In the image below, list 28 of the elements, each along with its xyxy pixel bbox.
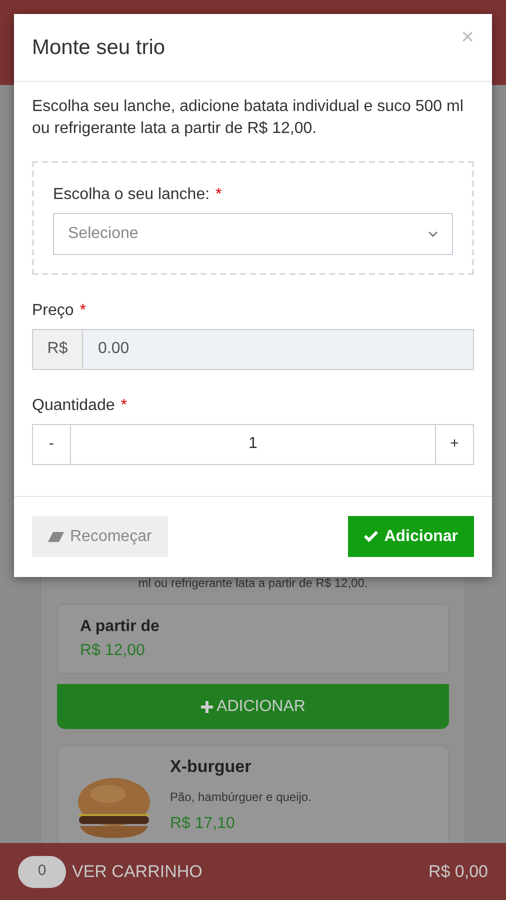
cart-label: VER CARRINHO bbox=[72, 860, 202, 883]
field-label: Preço bbox=[32, 300, 74, 321]
add-button[interactable]: Adicionar bbox=[348, 516, 474, 557]
required-mark: * bbox=[80, 300, 86, 321]
check-icon bbox=[364, 531, 378, 542]
description-text: Escolha seu lanche, adicione batata individual e suco 500 ml ou refrigerante lata a partir de R$ 12,00. bbox=[32, 97, 464, 140]
cart-count: 0 bbox=[18, 856, 66, 888]
price-text: R$ 12,00 bbox=[80, 641, 146, 661]
quantity-stepper[interactable]: - 1 + bbox=[32, 424, 474, 465]
cart-bar[interactable]: 0 VER CARRINHO R$ 0,00 bbox=[0, 843, 506, 900]
chevron-down-icon bbox=[428, 230, 438, 237]
cart-total: R$ 0,00 bbox=[428, 860, 488, 883]
eraser-icon bbox=[48, 532, 64, 542]
add-button[interactable]: ADICIONAR bbox=[57, 684, 449, 729]
field-label: Quantidade bbox=[32, 396, 115, 416]
product-price: R$ 17,10 bbox=[170, 814, 236, 834]
field-label: Escolha o seu lanche: bbox=[53, 184, 210, 205]
product-card[interactable]: X-burguer Pão, hambúrguer e queijo. R$ 17,10 bbox=[57, 745, 449, 843]
offer-text: ml ou refrigerante lata a partir de R$ 12,00. bbox=[137, 575, 369, 592]
product-description: Pão, hambúrguer e queijo. bbox=[170, 788, 312, 806]
plus-icon bbox=[200, 700, 213, 712]
restart-button[interactable]: Recomeçar bbox=[32, 516, 168, 557]
price-label: A partir de bbox=[80, 617, 160, 637]
required-mark: * bbox=[120, 396, 127, 416]
product-name: X-burguer bbox=[170, 756, 252, 778]
required-mark: * bbox=[216, 184, 222, 205]
modal-title: Monte seu trio bbox=[32, 34, 166, 61]
select-field[interactable]: Selecione bbox=[53, 212, 453, 255]
